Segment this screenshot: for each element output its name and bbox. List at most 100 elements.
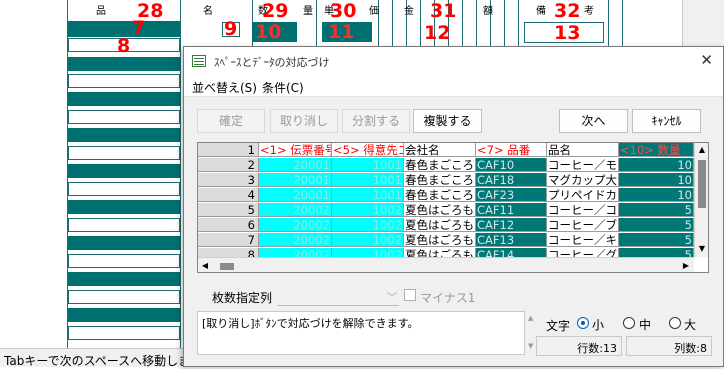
text-size-large-label: 大 (684, 318, 697, 332)
form-row (68, 218, 180, 232)
scroll-thumb[interactable] (220, 263, 234, 270)
cancel-button[interactable]: ｷｬﾝｾﾙ (632, 109, 701, 133)
grid-column-header[interactable]: 品名 (547, 143, 619, 157)
grid-cell[interactable]: 10 (619, 173, 694, 187)
grid-row-number: 5 (198, 203, 259, 217)
grid-cell[interactable]: 10 (619, 158, 694, 172)
text-size-large-radio[interactable] (669, 317, 681, 329)
grid-cell[interactable]: 1002 (332, 203, 404, 217)
duplicate-button[interactable]: 複製する (413, 109, 482, 133)
form-row (68, 254, 180, 268)
grid-cell[interactable]: プリペイドカ (547, 188, 619, 202)
grid-cell[interactable]: マグカップ大 (547, 173, 619, 187)
grid-column-header[interactable]: <7> 品番 (476, 143, 547, 157)
grid-row-number: 6 (198, 218, 259, 232)
grid-cell[interactable]: 1002 (332, 233, 404, 247)
form-line (180, 0, 181, 348)
text-size-small-label: 小 (592, 318, 605, 332)
scroll-thumb[interactable] (698, 160, 706, 208)
grid-cell[interactable]: 20002 (259, 218, 332, 232)
form-header-label: 名 (203, 6, 213, 17)
grid-cell[interactable]: 20001 (259, 158, 332, 172)
grid-cell[interactable]: CAF23 (476, 188, 547, 202)
space-number: 31 (430, 0, 457, 22)
grid-cell[interactable]: 夏色はごろも (404, 218, 476, 232)
grid-horizontal-scrollbar[interactable]: ◀ ▶ (198, 257, 694, 272)
form-row (68, 74, 180, 88)
grid-cell[interactable]: 10 (619, 188, 694, 202)
close-icon[interactable]: ✕ (700, 51, 713, 69)
scroll-up-icon[interactable]: ▲ (695, 143, 708, 157)
space-number: 29 (262, 0, 289, 22)
scroll-left-icon[interactable]: ◀ (198, 259, 212, 272)
grid-cell[interactable]: 春色まごころ (404, 173, 476, 187)
message-text: [取り消し]ﾎﾞﾀﾝで対応づけを解除できます。 (202, 317, 419, 330)
grid-cell[interactable]: CAF10 (476, 158, 547, 172)
grid-column-header[interactable]: 会社名 (404, 143, 476, 157)
grid-cell[interactable]: 1001 (332, 188, 404, 202)
grid-cell[interactable]: 夏色はごろも (404, 233, 476, 247)
form-row (68, 92, 180, 106)
form-row (68, 128, 180, 142)
mapping-grid[interactable]: 1 <1> 伝票番号 <5> 得意先コ 会社名 <7> 品番 品名 <10> 数… (197, 142, 709, 273)
grid-cell[interactable]: コーヒー／モ (547, 158, 619, 172)
text-size-medium-radio[interactable] (623, 317, 635, 329)
form-header-label: 品 (96, 6, 106, 17)
form-header-label: 価 (369, 6, 379, 17)
row-count: 行数:13 (536, 336, 622, 356)
scroll-down-icon[interactable]: ▼ (528, 342, 533, 350)
grid-cell[interactable]: 春色まごころ (404, 158, 476, 172)
sheet-count-select[interactable]: ﹀ (277, 288, 399, 306)
grid-cell[interactable]: CAF18 (476, 173, 547, 187)
minus-one-label: マイナス1 (420, 291, 476, 305)
confirm-button[interactable]: 確定 (197, 109, 265, 133)
grid-cell[interactable]: 1001 (332, 158, 404, 172)
grid-cell[interactable]: 20001 (259, 173, 332, 187)
space-number: 12 (424, 22, 451, 44)
form-header-label: 考 (584, 6, 594, 17)
text-size-small-radio[interactable] (577, 317, 589, 329)
undo-button[interactable]: 取り消し (270, 109, 338, 133)
grid-cell[interactable]: 5 (619, 203, 694, 217)
grid-cell[interactable]: CAF13 (476, 233, 547, 247)
chevron-down-icon: ﹀ (387, 293, 397, 304)
space-number: 7 (132, 17, 146, 39)
grid-cell[interactable]: 20001 (259, 188, 332, 202)
space-number: 30 (330, 0, 357, 22)
next-button[interactable]: 次へ (559, 109, 628, 133)
grid-cell[interactable]: 1002 (332, 218, 404, 232)
scroll-up-icon[interactable]: ▲ (528, 314, 533, 322)
minus-one-checkbox[interactable] (404, 289, 416, 301)
grid-cell[interactable]: 1001 (332, 173, 404, 187)
form-header-label: 金 (404, 6, 414, 17)
grid-row-number: 4 (198, 188, 259, 202)
grid-vertical-scrollbar[interactable]: ▲ ▼ (694, 143, 708, 257)
text-size-label: 文字 (546, 319, 571, 333)
menu-condition[interactable]: 条件(C) (262, 79, 304, 96)
grid-cell[interactable]: コーヒー／コ (547, 203, 619, 217)
menu-sort[interactable]: 並べ替え(S) (192, 79, 257, 96)
grid-cell[interactable]: 夏色はごろも (404, 203, 476, 217)
menu-bar: 並べ替え(S) 条件(C) (184, 75, 723, 97)
scroll-right-icon[interactable]: ▶ (679, 259, 693, 272)
status-bar-text: Tabキーで次のスペースへ移動します (0, 348, 202, 368)
grid-cell[interactable]: 5 (619, 233, 694, 247)
grid-column-header[interactable]: <1> 伝票番号 (259, 143, 332, 157)
grid-cell[interactable]: 20002 (259, 233, 332, 247)
grid-column-header[interactable]: <10> 数量 (619, 143, 694, 157)
form-row (68, 57, 180, 71)
grid-cell[interactable]: 20002 (259, 203, 332, 217)
grid-column-header[interactable]: <5> 得意先コ (332, 143, 404, 157)
text-size-medium-label: 中 (639, 318, 652, 332)
grid-cell[interactable]: CAF12 (476, 218, 547, 232)
sheet-count-label: 枚数指定列 (212, 291, 273, 305)
grid-cell[interactable]: コーヒー／ブ (547, 218, 619, 232)
space-number: 9 (224, 18, 238, 40)
form-row (68, 110, 180, 124)
grid-cell[interactable]: CAF11 (476, 203, 547, 217)
grid-cell[interactable]: 5 (619, 218, 694, 232)
split-button[interactable]: 分割する (342, 109, 410, 133)
grid-cell[interactable]: コーヒー／キ (547, 233, 619, 247)
grid-cell[interactable]: 春色まごころ (404, 188, 476, 202)
scroll-down-icon[interactable]: ▼ (695, 242, 708, 256)
